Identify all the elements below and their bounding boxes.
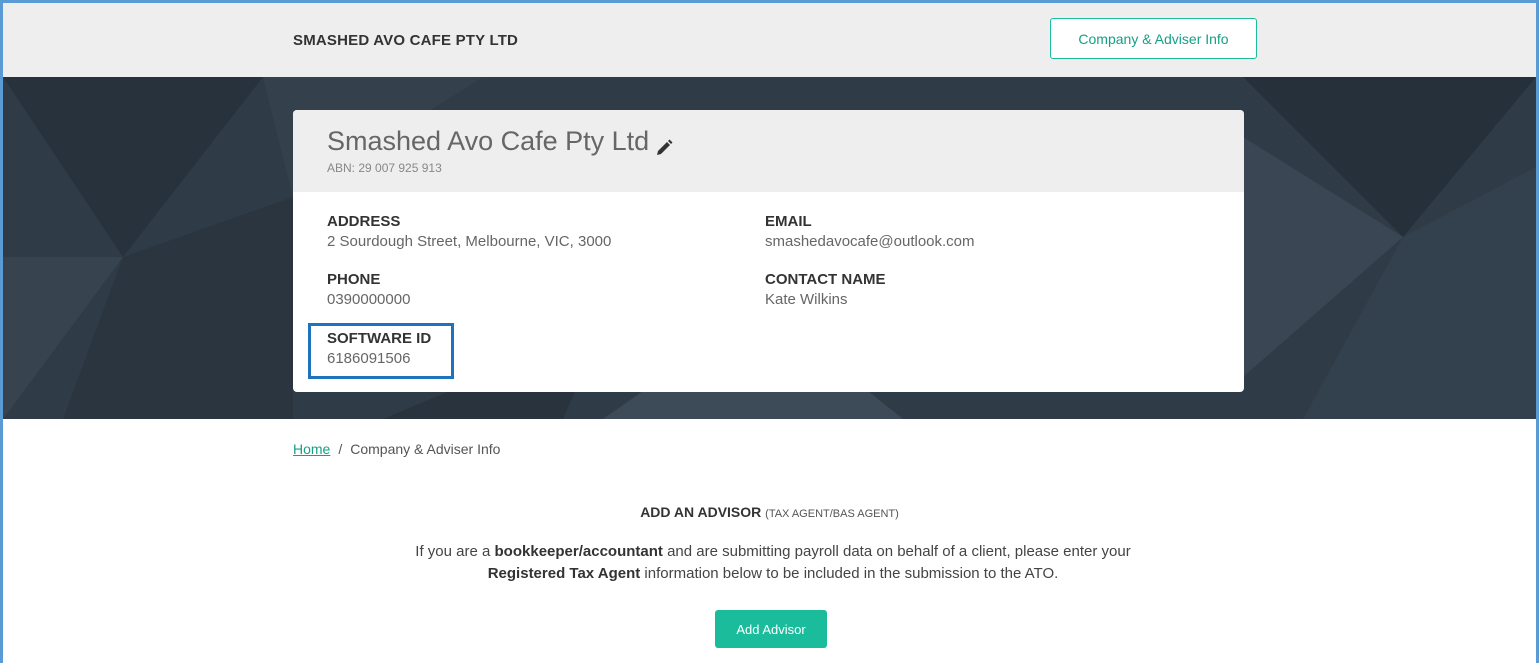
page-frame: SMASHED AVO CAFE PTY LTD Company & Advis…: [3, 3, 1536, 663]
description-part-2: and are submitting payroll data on behal…: [662, 543, 1131, 560]
abn-text: ABN: 29 007 925 913: [327, 161, 442, 175]
phone-value: 0390000000: [327, 291, 411, 308]
breadcrumb-home-link[interactable]: Home: [293, 441, 330, 457]
breadcrumb-separator: /: [338, 441, 343, 457]
add-advisor-subtitle: (TAX AGENT/BAS AGENT): [765, 508, 899, 520]
company-title-row: Smashed Avo Cafe Pty Ltd: [327, 126, 1244, 157]
top-header: SMASHED AVO CAFE PTY LTD Company & Advis…: [3, 3, 1536, 77]
pencil-icon[interactable]: [655, 133, 673, 155]
software-id-highlight-box: [308, 323, 454, 379]
add-advisor-button[interactable]: Add Advisor: [715, 610, 827, 648]
address-field: ADDRESS 2 Sourdough Street, Melbourne, V…: [327, 213, 611, 250]
description-bold-2: Registered Tax Agent: [487, 565, 641, 582]
address-label: ADDRESS: [327, 213, 401, 230]
contact-name-label: CONTACT NAME: [765, 271, 886, 288]
company-adviser-info-button[interactable]: Company & Adviser Info: [1050, 18, 1257, 59]
description-bold-1: bookkeeper/accountant: [494, 543, 663, 560]
phone-label: PHONE: [327, 271, 381, 288]
add-advisor-description: If you are a bookkeeper/accountant and a…: [383, 541, 1163, 585]
breadcrumb-current: Company & Adviser Info: [350, 441, 501, 457]
add-advisor-heading: ADD AN ADVISOR (TAX AGENT/BAS AGENT): [3, 504, 1536, 520]
email-value: smashedavocafe@outlook.com: [765, 233, 975, 250]
breadcrumb: Home / Company & Adviser Info: [293, 441, 500, 457]
company-card-header: Smashed Avo Cafe Pty Ltd ABN: 29 007 925…: [293, 110, 1244, 192]
email-label: EMAIL: [765, 213, 812, 230]
add-advisor-title: ADD AN ADVISOR: [640, 504, 762, 520]
description-part-3: information below to be included in the …: [640, 565, 1059, 582]
hero-banner: Smashed Avo Cafe Pty Ltd ABN: 29 007 925…: [3, 77, 1536, 419]
description-part-1: If you are a: [415, 543, 495, 560]
email-field: EMAIL smashedavocafe@outlook.com: [765, 213, 975, 250]
address-value: 2 Sourdough Street, Melbourne, VIC, 3000: [327, 233, 612, 250]
phone-field: PHONE 0390000000: [327, 271, 410, 308]
contact-name-value: Kate Wilkins: [765, 291, 848, 308]
company-card: Smashed Avo Cafe Pty Ltd ABN: 29 007 925…: [293, 110, 1244, 392]
contact-name-field: CONTACT NAME Kate Wilkins: [765, 271, 886, 308]
company-title: Smashed Avo Cafe Pty Ltd: [327, 126, 650, 156]
company-name-header: SMASHED AVO CAFE PTY LTD: [293, 32, 519, 49]
